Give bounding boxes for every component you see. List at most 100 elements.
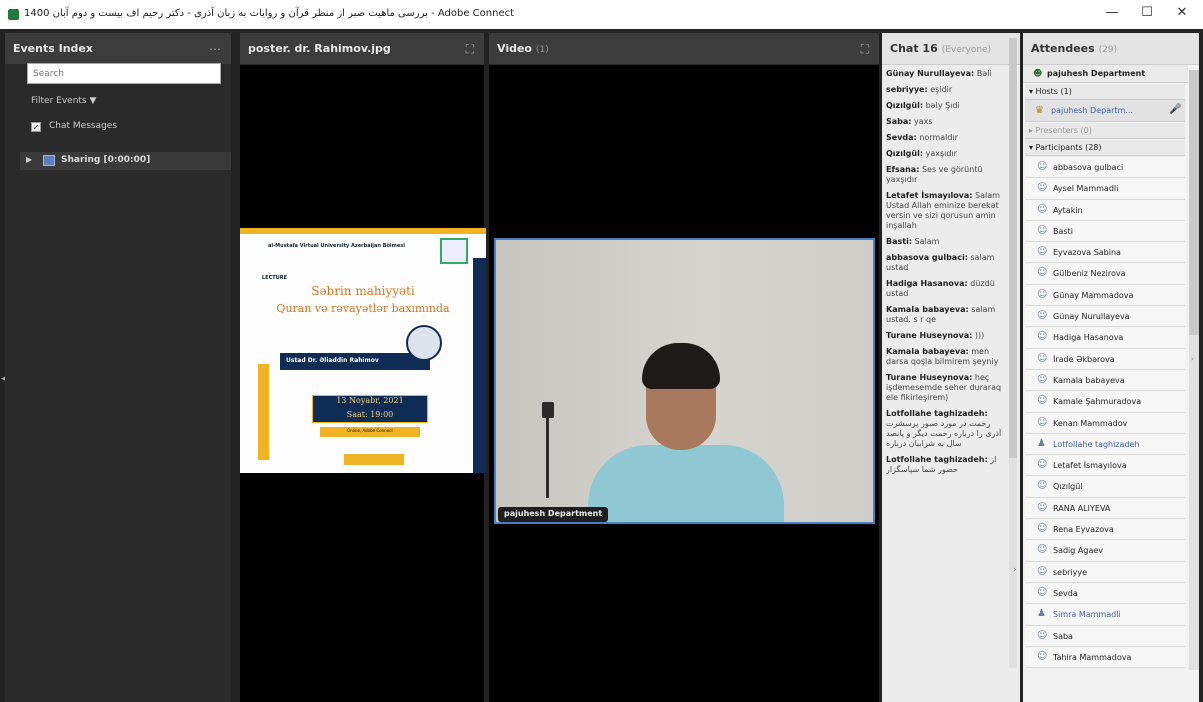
participant-row[interactable]: ♟ Lotfollahe taghizadeh bbox=[1025, 433, 1185, 456]
video-pod-label: Video bbox=[497, 42, 532, 55]
participant-row[interactable]: ☺ sebriyye bbox=[1025, 561, 1185, 583]
events-index-pod: Events Index ⋯ Filter Events ▼ ✓ Chat Me… bbox=[5, 33, 231, 702]
chat-text: eşidir bbox=[930, 85, 953, 94]
poster-title-line2: Quran və rəvayətlər baxımında bbox=[276, 302, 450, 315]
participant-user-icon: ☺ bbox=[1037, 246, 1048, 258]
participant-row[interactable]: ☺ Aytakin bbox=[1025, 199, 1185, 221]
participants-group-header[interactable]: ▾ Participants (28) bbox=[1025, 140, 1185, 156]
chat-message-list[interactable]: Günay Nurullayeva: Bəli sebriyye: eşidir Q… bbox=[886, 69, 1008, 699]
participant-name: Kamala babayeva bbox=[1053, 375, 1125, 385]
participant-user-icon: ☺ bbox=[1037, 310, 1048, 322]
participant-user-icon: ☺ bbox=[1037, 352, 1048, 364]
participant-row[interactable]: ☺ Letafet İsmayılova bbox=[1025, 455, 1185, 477]
chat-message: Hadiga Hasanova: düzdü ustad bbox=[886, 279, 1008, 299]
participant-row[interactable]: ☺ Kamala babayeva bbox=[1025, 369, 1185, 392]
participant-row[interactable]: ☺ RANA ALIYEVA bbox=[1025, 497, 1185, 520]
participant-row[interactable]: ☺ Aysel Mammadli bbox=[1025, 178, 1185, 200]
maximize-button[interactable]: ☐ bbox=[1133, 5, 1161, 20]
events-index-header: Events Index ⋯ bbox=[5, 33, 231, 65]
pod-menu-icon[interactable]: ⋯ bbox=[209, 42, 221, 56]
share-pod-header: poster. dr. Rahimov.jpg ⛶ bbox=[240, 33, 484, 65]
chat-message: Günay Nurullayeva: Bəli bbox=[886, 69, 1008, 79]
events-search-input[interactable] bbox=[27, 63, 221, 84]
participant-row[interactable]: ☺ abbasova gulbaci bbox=[1025, 157, 1185, 179]
participant-name: Saba bbox=[1053, 631, 1073, 641]
participant-row[interactable]: ☺ Kamale Şahmuradova bbox=[1025, 391, 1185, 413]
participant-name: Letafet İsmayılova bbox=[1053, 461, 1127, 471]
participant-name: Hadiga Hasanova bbox=[1053, 333, 1124, 343]
chat-expand-arrow-icon[interactable]: › bbox=[1013, 565, 1017, 575]
participant-row[interactable]: ☺ Sevda bbox=[1025, 582, 1185, 605]
attendees-scroll-thumb[interactable] bbox=[1189, 70, 1199, 335]
chat-messages-checkbox[interactable]: ✓ bbox=[31, 122, 41, 132]
poster-top-bar bbox=[240, 228, 486, 234]
participant-row[interactable]: ☺ İrade Əkbərova bbox=[1025, 348, 1185, 370]
poster-left-strip bbox=[258, 364, 269, 460]
participant-user-icon: ☺ bbox=[1037, 501, 1048, 513]
chat-message: Efsana: Ses ve görüntü yaxşıdır bbox=[886, 165, 1008, 185]
chat-message: Kamala babayeva: salam ustad. s r qe bbox=[886, 305, 1008, 325]
attendees-scrollbar[interactable] bbox=[1189, 70, 1199, 670]
chat-sender: abbasova gulbaci: bbox=[886, 253, 968, 262]
host-row[interactable]: ♛ pajuhesh Departm... 🎤 bbox=[1025, 100, 1185, 122]
participants-list[interactable]: ☺ abbasova gulbaci ☺ Aysel Mammadli ☺ Aytakin… bbox=[1025, 157, 1185, 669]
participant-row[interactable]: ☺ Günay Mammadova bbox=[1025, 284, 1185, 307]
webcam-video-feed[interactable] bbox=[494, 238, 875, 524]
participant-row[interactable]: ☺TAMELLA bbox=[1025, 668, 1185, 669]
fullscreen-icon[interactable]: ⛶ bbox=[466, 42, 474, 57]
poster-lecturer: Ustad Dr. Əliaddin Rahimov bbox=[286, 357, 379, 364]
chat-sender: Kamala babayeva: bbox=[886, 305, 969, 314]
hosts-group-header[interactable]: ▾ Hosts (1) bbox=[1025, 84, 1185, 100]
chat-message: Saba: yaxs bbox=[886, 117, 1008, 127]
participant-row[interactable]: ☺ Rena Eyvazova bbox=[1025, 519, 1185, 541]
video-presenter-label: pajuhesh Department bbox=[498, 507, 609, 522]
attendees-pod: Attendees (29) ☻ pajuhesh Department ▾ Ho… bbox=[1023, 33, 1199, 702]
poster-time: Saat: 19:00 bbox=[346, 410, 394, 419]
minimize-button[interactable]: — bbox=[1098, 5, 1126, 20]
participant-name: Günay Mammadova bbox=[1053, 290, 1134, 300]
chat-message: Letafet İsmayılova: Salam Ustad Allah em… bbox=[886, 191, 1008, 231]
participant-name: Aysel Mammadli bbox=[1053, 184, 1119, 194]
participant-row[interactable]: ♟ Simra Mammadli bbox=[1025, 604, 1185, 626]
participant-row[interactable]: ☺ Eyvazova Sabina bbox=[1025, 242, 1185, 264]
chat-text: bəly Şıdi bbox=[925, 101, 960, 110]
chat-sender: Saba: bbox=[886, 117, 912, 126]
microphone-icon: 🎤 bbox=[1169, 104, 1182, 115]
participant-user-icon: ☺ bbox=[1037, 395, 1048, 407]
participant-name: Aytakin bbox=[1053, 205, 1083, 215]
poster-title-line1: Səbrin mahiyyəti bbox=[311, 284, 415, 298]
participant-row[interactable]: ☺ Qızılgül bbox=[1025, 476, 1185, 498]
participant-row[interactable]: ☺ Günay Nurullayeva bbox=[1025, 306, 1185, 328]
filter-events-dropdown[interactable]: Filter Events ▼ bbox=[31, 96, 96, 106]
sharing-event-label: Sharing [0:00:00] bbox=[61, 155, 151, 165]
attendees-expand-arrow-icon[interactable]: › bbox=[1191, 355, 1194, 363]
chat-sender: Lotfollahe taghizadeh: bbox=[886, 455, 988, 464]
chat-sender: Qızılgül: bbox=[886, 101, 924, 110]
host-name: pajuhesh Departm... bbox=[1051, 106, 1133, 115]
participant-user-icon: ☺ bbox=[1037, 331, 1048, 343]
chat-sender: Turane Huseynova: bbox=[886, 373, 973, 382]
participant-name: Eyvazova Sabina bbox=[1053, 248, 1121, 258]
participant-row[interactable]: ☺ Saba bbox=[1025, 625, 1185, 647]
department-row[interactable]: ☻ pajuhesh Department bbox=[1023, 65, 1188, 83]
participant-row[interactable]: ☺ Sadig Agaev bbox=[1025, 540, 1185, 562]
participant-user-icon: ☺ bbox=[1037, 565, 1048, 577]
participant-row[interactable]: ☺ Basti bbox=[1025, 220, 1185, 243]
lecturer-photo bbox=[406, 325, 442, 361]
expand-arrow-icon[interactable]: ▶ bbox=[26, 155, 32, 164]
participant-name: abbasova gulbaci bbox=[1053, 163, 1124, 172]
participant-row[interactable]: ☺ Tahira Mammadova bbox=[1025, 646, 1185, 669]
sharing-event-item[interactable]: ▶ Sharing [0:00:00] bbox=[20, 152, 231, 170]
chat-scope[interactable]: (Everyone) bbox=[942, 45, 991, 55]
chat-message: Kamala babayeva: men darsa qoşla bilmire… bbox=[886, 347, 1008, 367]
participant-row[interactable]: ☺ Hadiga Hasanova bbox=[1025, 327, 1185, 349]
participant-row[interactable]: ☺ Kenan Mammadov bbox=[1025, 412, 1185, 434]
participant-row[interactable]: ☺ Gülbeniz Nezirova bbox=[1025, 263, 1185, 285]
chat-scroll-thumb[interactable] bbox=[1009, 38, 1017, 458]
chat-message: Qızılgül: yaxşıdır bbox=[886, 149, 1008, 159]
presenters-group-header[interactable]: ▸ Presenters (0) bbox=[1025, 123, 1185, 139]
fullscreen-icon[interactable]: ⛶ bbox=[861, 42, 869, 57]
chat-text: yaxşıdır bbox=[925, 149, 957, 158]
close-button[interactable]: ✕ bbox=[1168, 5, 1196, 20]
chat-sender: Kamala babayeva: bbox=[886, 347, 969, 356]
